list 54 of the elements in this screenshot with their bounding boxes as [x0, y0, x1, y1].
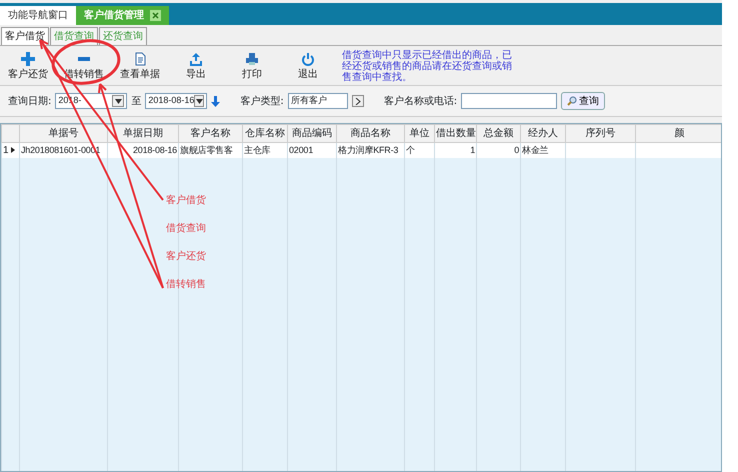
- table-cell: 主仓库: [244, 145, 270, 155]
- table-cell: 个: [406, 145, 415, 155]
- dropdown-icon[interactable]: [112, 95, 124, 107]
- export-icon: [189, 52, 203, 66]
- dropdown-icon[interactable]: [194, 95, 204, 107]
- picker-icon[interactable]: [352, 95, 364, 107]
- down-arrow-icon[interactable]: [211, 96, 220, 106]
- window-tab[interactable]: 功能导航窗口: [0, 6, 76, 25]
- column-header[interactable]: 借出数量: [434, 124, 476, 142]
- annotation-label: 客户还货: [166, 250, 206, 264]
- power-icon: [301, 52, 315, 66]
- column-header[interactable]: 仓库名称: [242, 124, 288, 142]
- table-cell: 林金兰: [522, 145, 548, 155]
- annotation-label: 借货查询: [166, 222, 206, 236]
- customer-name-label: 客户名称或电话:: [384, 94, 458, 108]
- name-search-field[interactable]: [461, 93, 558, 109]
- column-header[interactable]: 颜: [636, 124, 721, 142]
- tab[interactable]: 客户借货: [1, 27, 49, 45]
- toolbar-button[interactable]: 客户还货: [0, 52, 56, 82]
- document-icon: [133, 52, 147, 66]
- table-cell: 02001: [289, 145, 314, 155]
- column-header[interactable]: 单据日期: [108, 124, 178, 142]
- column-header[interactable]: 经办人: [520, 124, 566, 142]
- column-header[interactable]: 商品名称: [336, 124, 404, 142]
- column-header[interactable]: 总金额: [476, 124, 520, 142]
- column-header[interactable]: 商品编码: [288, 124, 336, 142]
- toolbar-button[interactable]: 查看单据: [112, 52, 168, 82]
- plus-icon: [21, 52, 35, 66]
- annotation-label: 借转销售: [166, 278, 206, 292]
- toolbar-button[interactable]: 退出: [280, 52, 336, 82]
- column-header[interactable]: 单据号: [20, 124, 108, 142]
- close-icon[interactable]: [150, 10, 161, 21]
- annotation-circle: [52, 39, 120, 85]
- customer-type-field[interactable]: 所有客户: [288, 93, 348, 109]
- row-number: 1: [3, 145, 9, 156]
- search-button[interactable]: 查询: [561, 92, 606, 110]
- date-label: 查询日期:: [8, 94, 52, 108]
- table-cell: 旗舰店零售客: [180, 145, 233, 155]
- date-field[interactable]: 2018-08-16: [145, 93, 208, 109]
- column-header[interactable]: 单位: [404, 124, 434, 142]
- table-cell: 1: [470, 145, 475, 155]
- table-cell: 2018-08-16: [132, 145, 177, 155]
- column-header[interactable]: 序列号: [566, 124, 636, 142]
- column-header[interactable]: 客户名称: [178, 124, 242, 142]
- printer-icon: [245, 52, 259, 66]
- annotation-label: 客户借货: [166, 194, 206, 208]
- notice-text: 借货查询中只显示已经借出的商品，已经还货或销售的商品请在还货查询或销售查询中查找。: [342, 50, 512, 83]
- search-icon: [567, 96, 578, 106]
- to-label: 至: [131, 94, 142, 108]
- table-cell: 格力润摩KFR-3: [338, 145, 398, 155]
- table-cell: 0: [514, 145, 519, 155]
- toolbar-button[interactable]: 导出: [168, 52, 224, 82]
- toolbar-button[interactable]: 打印: [224, 52, 280, 82]
- customer-type-label: 客户类型:: [240, 94, 284, 108]
